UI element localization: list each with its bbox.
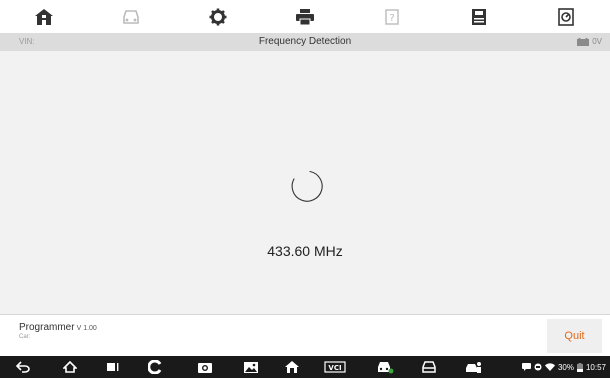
save-button[interactable] — [436, 0, 523, 33]
vci-button[interactable]: VCI — [318, 356, 352, 378]
wifi-icon — [544, 363, 555, 371]
vehicle-swap-button[interactable] — [87, 0, 174, 33]
vehicle-wifi-button[interactable] — [370, 356, 400, 378]
chat-icon — [521, 363, 531, 371]
voltage-indicator: 0V — [577, 37, 602, 46]
chrome-app-button[interactable] — [140, 356, 170, 378]
camera-app-button[interactable] — [190, 356, 220, 378]
save-icon — [472, 8, 487, 25]
home-nav-button[interactable] — [55, 356, 85, 378]
data-logging-icon — [558, 7, 575, 26]
app-title: Programmer V 1.00 — [19, 322, 97, 333]
page-title: Frequency Detection — [258, 36, 352, 47]
recent-apps-icon — [107, 363, 119, 371]
top-toolbar: ? — [0, 0, 610, 33]
back-button[interactable] — [8, 356, 38, 378]
recent-apps-button[interactable] — [98, 356, 128, 378]
status-bar: 30% 10:57 — [521, 356, 606, 378]
loading-spinner-icon — [291, 170, 323, 202]
home-button[interactable] — [0, 0, 87, 33]
help-button[interactable]: ? — [349, 0, 436, 33]
svg-text:?: ? — [389, 13, 394, 24]
clock: 10:57 — [585, 362, 606, 372]
vehicle-icon — [122, 9, 139, 24]
car-icon — [422, 360, 436, 373]
home-icon — [63, 361, 77, 373]
chrome-icon — [148, 360, 162, 374]
frequency-readout: 433.60 MHz — [267, 243, 343, 259]
home-icon — [34, 8, 53, 25]
notification-icon — [534, 363, 542, 371]
system-nav-bar: VCI 30% 10:57 — [0, 356, 610, 378]
car-battery-icon — [577, 37, 590, 46]
svg-text:VCI: VCI — [328, 364, 341, 372]
settings-icon — [209, 8, 227, 25]
vci-icon: VCI — [324, 361, 346, 373]
maxisys-home-icon — [285, 361, 299, 373]
battery-percent: 30% — [557, 362, 574, 372]
help-icon: ? — [385, 8, 399, 25]
camera-icon — [198, 362, 212, 373]
maxisys-home-button[interactable] — [277, 356, 307, 378]
info-bar: VIN: Frequency Detection 0V — [0, 33, 610, 51]
gallery-icon — [244, 361, 258, 373]
service-icon — [466, 362, 481, 373]
main-content: 433.60 MHz — [0, 51, 610, 314]
battery-icon — [576, 362, 583, 372]
gallery-app-button[interactable] — [236, 356, 266, 378]
quit-button[interactable]: Quit — [547, 319, 602, 353]
footer-bar: Programmer V 1.00 Car: Quit — [0, 314, 610, 356]
settings-button[interactable] — [174, 0, 261, 33]
car-label: Car: — [19, 334, 31, 340]
app-version: V 1.00 — [76, 325, 97, 332]
car-button[interactable] — [414, 356, 444, 378]
app-name: Programmer — [19, 322, 75, 333]
service-button[interactable] — [459, 356, 489, 378]
data-logging-button[interactable] — [523, 0, 610, 33]
vehicle-wifi-icon — [378, 362, 394, 374]
print-icon — [295, 8, 314, 25]
back-icon — [16, 361, 30, 373]
print-button[interactable] — [261, 0, 348, 33]
voltage-value: 0V — [592, 37, 602, 46]
